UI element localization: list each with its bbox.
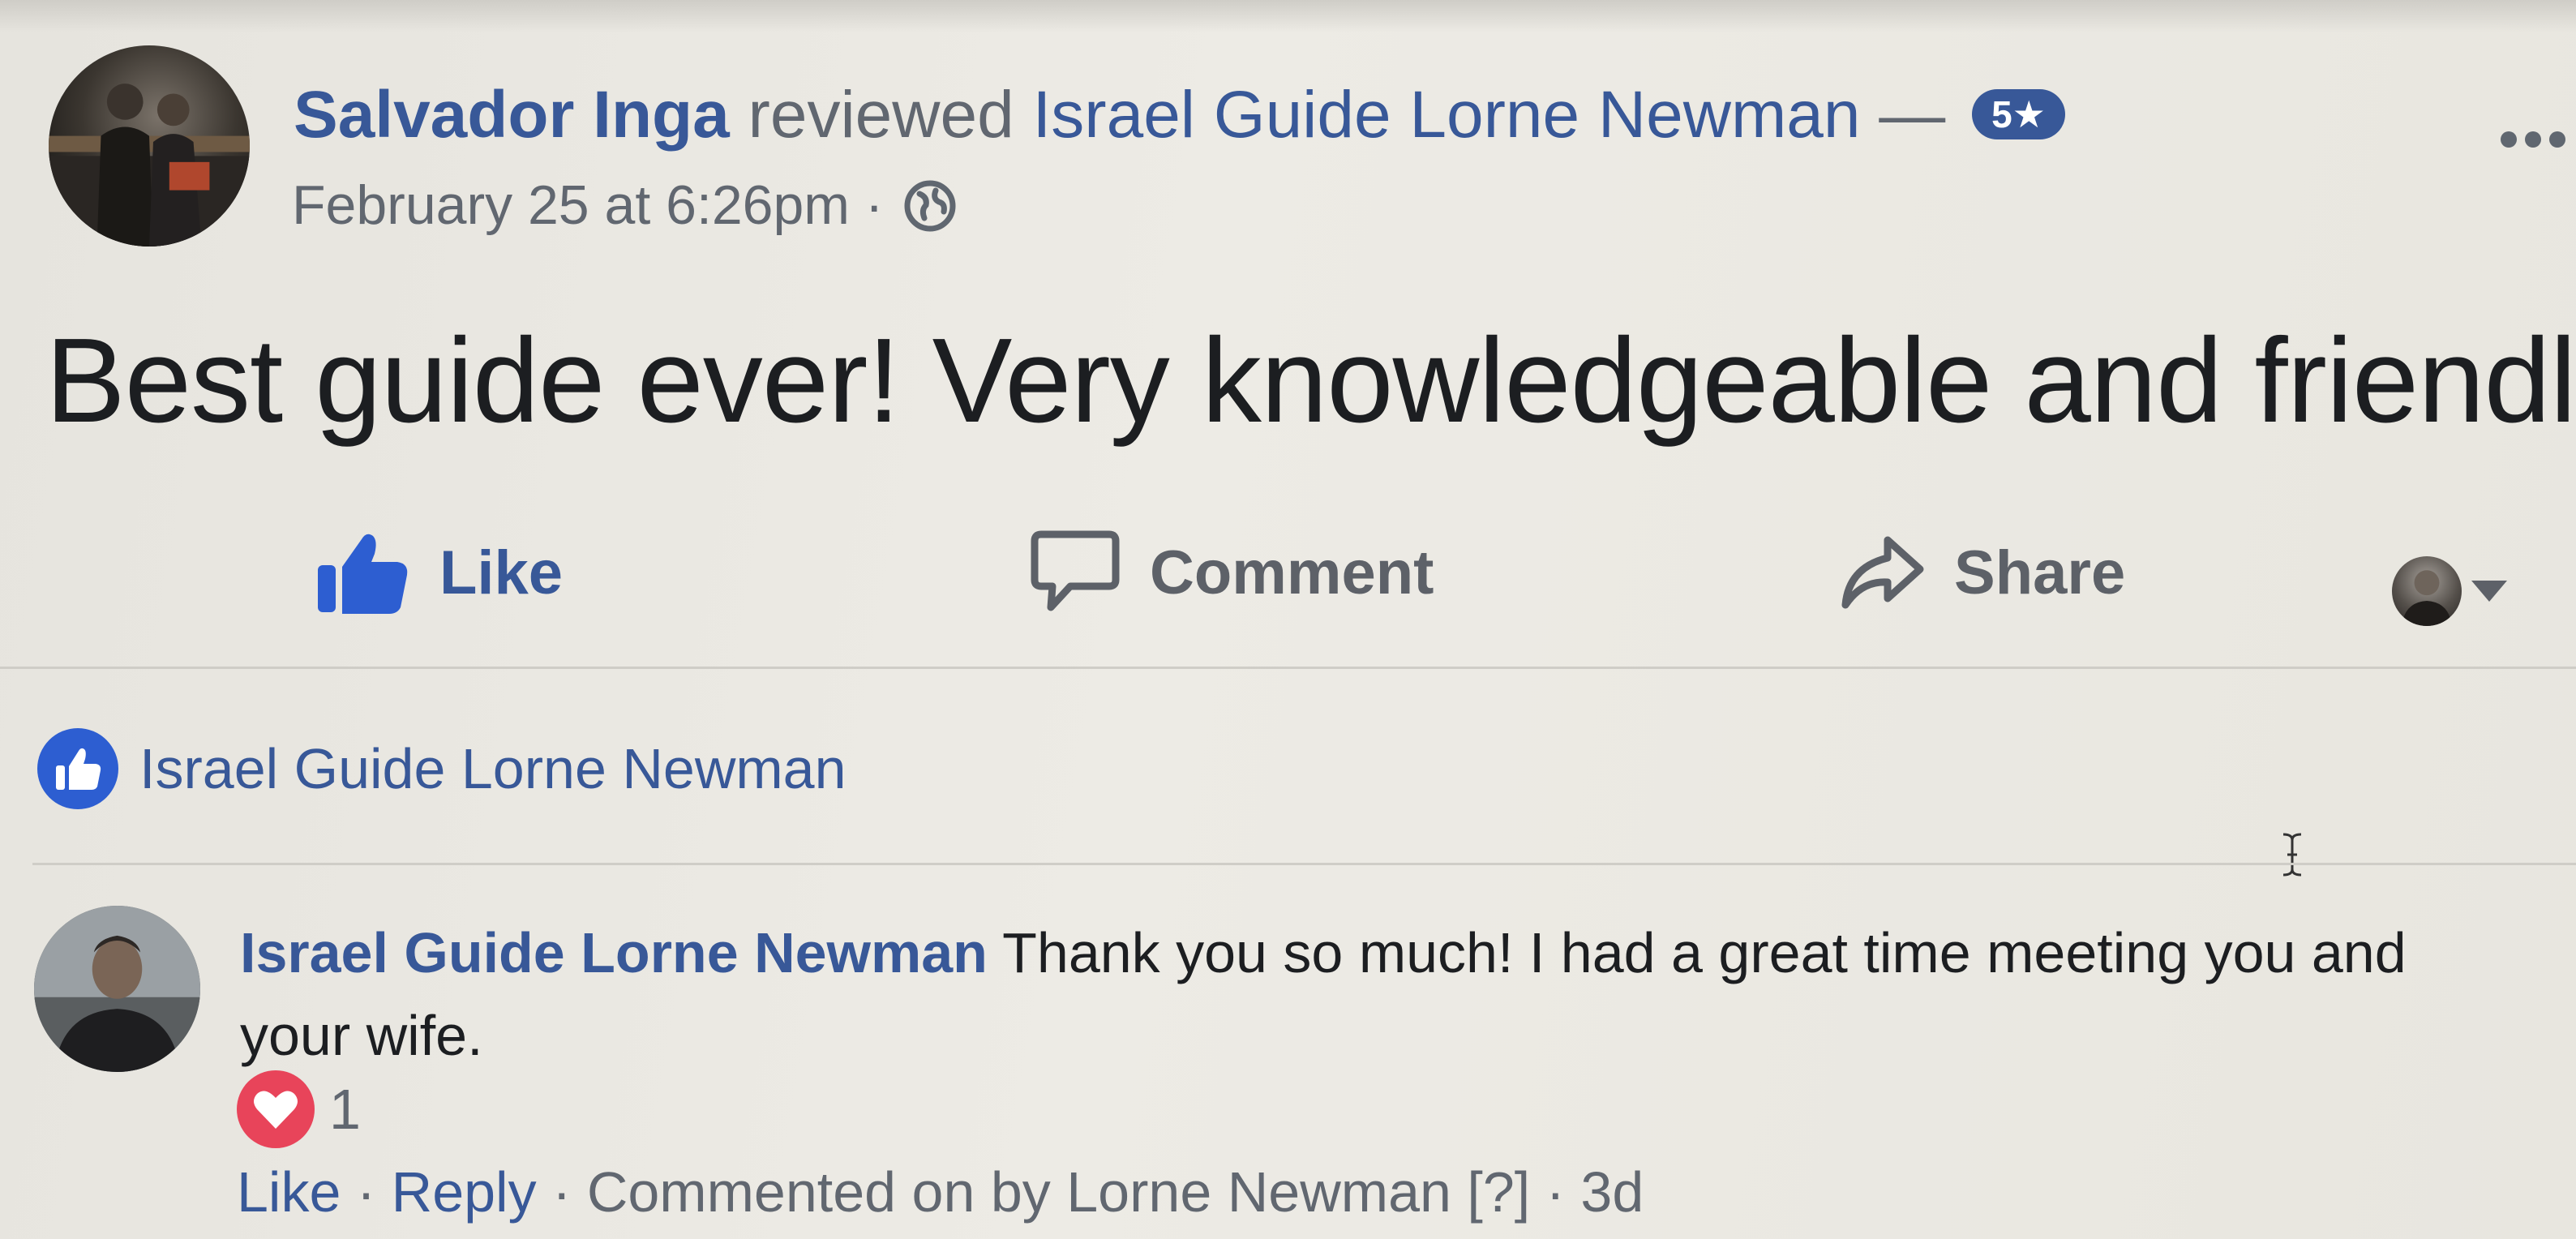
replier-avatar[interactable] <box>34 906 200 1072</box>
post-text: Best guide ever! Very knowledgeable and … <box>45 314 2576 448</box>
audience-dropdown-caret-icon[interactable] <box>2471 581 2507 602</box>
commented-by-text: Commented on by Lorne Newman [?] <box>586 1160 1531 1224</box>
author-avatar[interactable] <box>49 45 250 247</box>
reply-sep-1: · <box>356 1160 376 1224</box>
author-avatar-image <box>49 84 250 247</box>
review-verb: reviewed <box>748 78 1014 152</box>
reply-reply-link[interactable]: Reply <box>392 1160 537 1224</box>
header-dash: — <box>1879 78 1946 152</box>
comment-button[interactable]: Comment <box>1030 524 1434 621</box>
comments-divider <box>32 863 2576 865</box>
reply-comment: Israel Guide Lorne Newman Thank you so m… <box>240 911 2527 1077</box>
reply-like-link[interactable]: Like <box>237 1160 341 1224</box>
audience-avatar[interactable] <box>2392 556 2462 626</box>
comment-label: Comment <box>1150 538 1434 607</box>
share-label: Share <box>1954 538 2126 607</box>
top-shadow <box>0 0 2576 32</box>
meta-separator: · <box>864 174 884 236</box>
liked-by-row: Israel Guide Lorne Newman <box>37 728 847 809</box>
screen: Salvador Inga reviewed Israel Guide Lorn… <box>0 0 2576 1239</box>
thumbs-up-icon <box>318 534 408 614</box>
like-button[interactable]: Like <box>316 524 563 621</box>
more-options-icon[interactable] <box>2499 130 2567 149</box>
liked-by-name[interactable]: Israel Guide Lorne Newman <box>139 736 847 801</box>
like-label: Like <box>439 538 564 607</box>
reply-author-link[interactable]: Israel Guide Lorne Newman <box>240 921 988 984</box>
like-badge-icon <box>37 728 118 809</box>
author-name-link[interactable]: Salvador Inga <box>294 78 730 152</box>
reply-time[interactable]: 3d <box>1580 1160 1644 1224</box>
post-header: Salvador Inga reviewed Israel Guide Lorn… <box>294 75 2065 156</box>
reply-sep-2: · <box>552 1160 572 1224</box>
page-name-link[interactable]: Israel Guide Lorne Newman <box>1033 78 1861 152</box>
reply-actions: Like · Reply · Commented on by Lorne New… <box>237 1151 1644 1233</box>
share-arrow-icon <box>1841 536 1924 609</box>
text-cursor-icon <box>2282 833 2302 877</box>
share-button[interactable]: Share <box>1839 524 2125 621</box>
love-reaction-icon <box>237 1070 315 1148</box>
reply-sep-3: · <box>1545 1160 1565 1224</box>
globe-icon[interactable] <box>903 179 957 233</box>
reply-reactions[interactable]: 1 <box>237 1070 361 1148</box>
replier-avatar-image <box>34 906 200 1072</box>
actions-divider <box>0 667 2576 669</box>
reaction-count: 1 <box>329 1078 361 1141</box>
audience-avatar-image <box>2402 570 2452 626</box>
comment-bubble-icon <box>1031 530 1120 611</box>
post-meta: February 25 at 6:26pm · <box>292 169 957 242</box>
rating-badge: 5★ <box>1972 89 2065 140</box>
post-timestamp-link[interactable]: February 25 at 6:26pm <box>292 174 850 236</box>
